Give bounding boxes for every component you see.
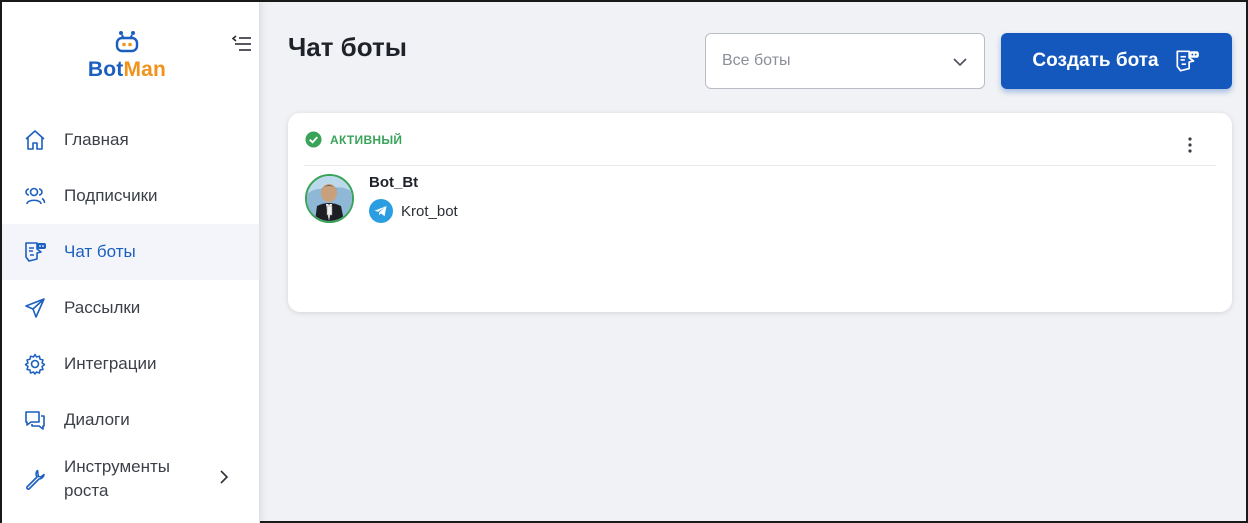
wrench-icon bbox=[22, 466, 48, 492]
create-bot-button[interactable]: Создать бота bbox=[1001, 33, 1232, 89]
bot-platform: Krot_bot bbox=[369, 199, 458, 223]
bot-filter-value: Все боты bbox=[722, 52, 791, 69]
sidebar-item-dialogs[interactable]: Диалоги bbox=[2, 392, 259, 448]
sidebar: BotMan Главная Подписчики Чат боты Рассы… bbox=[2, 2, 260, 523]
bot-filter-select[interactable]: Все боты bbox=[705, 33, 985, 89]
brand-name: BotMan bbox=[87, 58, 167, 81]
chevron-right-icon[interactable] bbox=[214, 467, 234, 487]
status-text: АКТИВНЫЙ bbox=[330, 132, 403, 147]
divider bbox=[304, 165, 1216, 166]
page-title: Чат боты bbox=[288, 32, 407, 62]
status-badge: АКТИВНЫЙ bbox=[305, 131, 402, 148]
sidebar-item-label: Главная bbox=[64, 130, 129, 149]
sidebar-item-home[interactable]: Главная bbox=[2, 112, 259, 168]
chatbot-icon bbox=[1176, 50, 1199, 72]
bot-card[interactable]: АКТИВНЫЙ Bot_Bt Krot_bot bbox=[288, 113, 1232, 312]
sidebar-item-label: Рассылки bbox=[64, 298, 141, 317]
check-circle-icon bbox=[305, 131, 322, 148]
collapse-sidebar-icon[interactable] bbox=[230, 32, 254, 56]
sidebar-nav: Главная Подписчики Чат боты Рассылки Инт… bbox=[2, 112, 259, 510]
sidebar-item-subscribers[interactable]: Подписчики bbox=[2, 168, 259, 224]
chatbot-icon bbox=[22, 239, 48, 265]
brand-logo[interactable]: BotMan bbox=[82, 30, 172, 82]
sidebar-item-label: Интеграции bbox=[64, 354, 157, 373]
create-bot-label: Создать бота bbox=[1032, 50, 1159, 71]
bot-avatar bbox=[305, 174, 354, 223]
sidebar-item-label: Диалоги bbox=[64, 410, 130, 429]
dialogs-icon bbox=[22, 407, 48, 433]
more-options-icon[interactable] bbox=[1178, 133, 1202, 157]
sidebar-item-label: Инструменты роста bbox=[64, 457, 171, 500]
chevron-down-icon bbox=[953, 58, 967, 67]
robot-icon bbox=[115, 31, 139, 53]
send-icon bbox=[22, 295, 48, 321]
avatar-image bbox=[307, 176, 352, 221]
telegram-icon bbox=[369, 199, 393, 223]
sidebar-item-integrations[interactable]: Интеграции bbox=[2, 336, 259, 392]
gear-icon bbox=[22, 351, 48, 377]
sidebar-item-chatbots[interactable]: Чат боты bbox=[2, 224, 259, 280]
sidebar-item-label: Чат боты bbox=[64, 242, 136, 261]
home-icon bbox=[22, 127, 48, 153]
sidebar-item-growth-tools[interactable]: Инструменты роста bbox=[2, 448, 259, 510]
bot-name[interactable]: Bot_Bt bbox=[369, 174, 418, 191]
sidebar-item-mailings[interactable]: Рассылки bbox=[2, 280, 259, 336]
sidebar-item-label: Подписчики bbox=[64, 186, 158, 205]
bot-username: Krot_bot bbox=[401, 202, 458, 220]
users-icon bbox=[22, 183, 48, 209]
